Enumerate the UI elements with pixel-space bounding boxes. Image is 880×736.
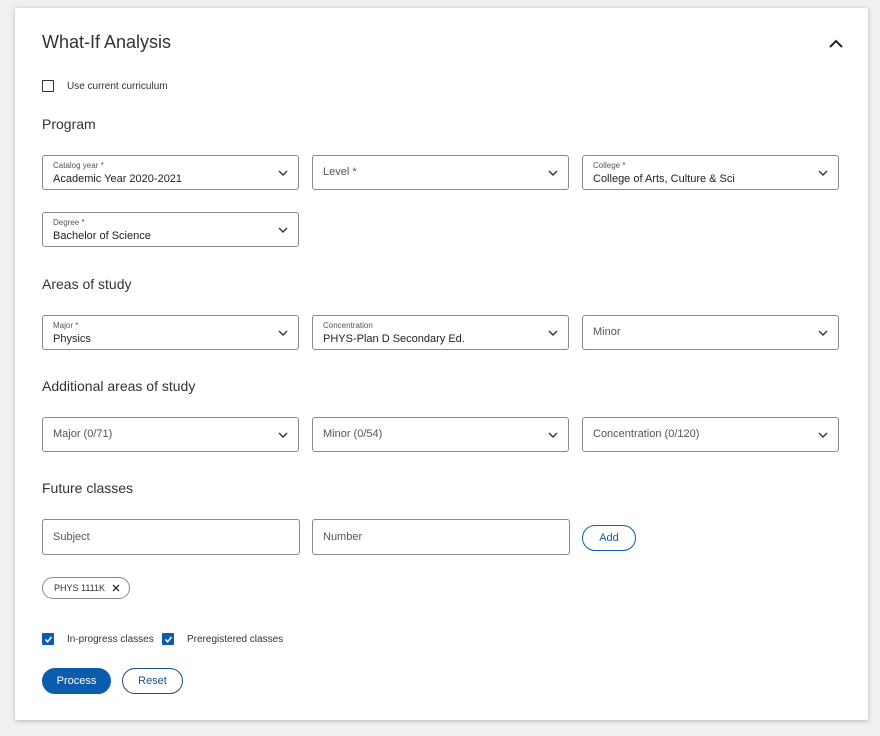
- college-label: College *: [593, 161, 626, 170]
- checkmark-icon: [164, 636, 172, 643]
- future-classes-heading: Future classes: [42, 480, 134, 496]
- chevron-up-icon: [829, 39, 843, 48]
- chevron-down-icon: [818, 432, 828, 438]
- preregistered-row: Preregistered classes: [162, 633, 283, 645]
- major-select[interactable]: Major * Physics: [42, 315, 299, 350]
- chevron-down-icon: [818, 330, 828, 336]
- minor-select[interactable]: Minor: [582, 315, 839, 350]
- degree-value: Bachelor of Science: [53, 230, 151, 242]
- class-chip: PHYS 1111K: [42, 577, 131, 599]
- collapse-button[interactable]: [824, 32, 848, 56]
- use-current-curriculum-row: Use current curriculum: [42, 80, 168, 92]
- what-if-panel: What-If Analysis Use current curriculum …: [15, 8, 868, 720]
- additional-minor-select[interactable]: Minor (0/54): [312, 417, 569, 452]
- use-current-curriculum-label: Use current curriculum: [67, 80, 168, 92]
- major-label: Major *: [53, 321, 79, 330]
- chevron-down-icon: [548, 330, 558, 336]
- college-value: College of Arts, Culture & Sci: [593, 173, 735, 185]
- in-progress-row: In-progress classes: [42, 633, 154, 645]
- degree-label: Degree *: [53, 218, 85, 227]
- chevron-down-icon: [278, 227, 288, 233]
- college-select[interactable]: College * College of Arts, Culture & Sci: [582, 155, 839, 190]
- preregistered-checkbox[interactable]: [162, 633, 174, 645]
- chevron-down-icon: [548, 432, 558, 438]
- additional-concentration-select[interactable]: Concentration (0/120): [582, 417, 839, 452]
- use-current-curriculum-checkbox[interactable]: [42, 80, 54, 92]
- additional-minor-placeholder: Minor (0/54): [323, 428, 383, 440]
- add-class-button[interactable]: Add: [582, 525, 636, 551]
- class-chip-label: PHYS 1111K: [54, 583, 106, 593]
- additional-major-placeholder: Major (0/71): [53, 428, 113, 440]
- chevron-down-icon: [818, 170, 828, 176]
- additional-major-select[interactable]: Major (0/71): [42, 417, 299, 452]
- close-icon: [112, 584, 120, 592]
- preregistered-label: Preregistered classes: [187, 633, 284, 645]
- additional-concentration-placeholder: Concentration (0/120): [593, 428, 700, 440]
- major-value: Physics: [53, 333, 91, 345]
- checkmark-icon: [44, 636, 52, 643]
- panel-title: What-If Analysis: [42, 32, 172, 52]
- chevron-down-icon: [278, 330, 288, 336]
- areas-of-study-heading: Areas of study: [42, 276, 132, 292]
- catalog-year-value: Academic Year 2020-2021: [53, 173, 183, 185]
- minor-placeholder: Minor: [593, 326, 621, 338]
- in-progress-checkbox[interactable]: [42, 633, 54, 645]
- concentration-label: Concentration: [323, 321, 373, 330]
- program-heading: Program: [42, 116, 96, 132]
- additional-areas-heading: Additional areas of study: [42, 378, 196, 394]
- chevron-down-icon: [548, 170, 558, 176]
- level-select[interactable]: Level *: [312, 155, 569, 190]
- catalog-year-select[interactable]: Catalog year * Academic Year 2020-2021: [42, 155, 299, 190]
- concentration-value: PHYS-Plan D Secondary Ed.: [323, 333, 465, 345]
- level-placeholder: Level *: [323, 166, 357, 178]
- chevron-down-icon: [278, 170, 288, 176]
- subject-input[interactable]: [42, 519, 300, 555]
- process-button[interactable]: Process: [42, 668, 111, 694]
- catalog-year-label: Catalog year *: [53, 161, 104, 170]
- number-input[interactable]: [312, 519, 570, 555]
- degree-select[interactable]: Degree * Bachelor of Science: [42, 212, 299, 247]
- concentration-select[interactable]: Concentration PHYS-Plan D Secondary Ed.: [312, 315, 569, 350]
- remove-chip-button[interactable]: [111, 583, 121, 593]
- reset-button[interactable]: Reset: [122, 668, 183, 694]
- chevron-down-icon: [278, 432, 288, 438]
- in-progress-label: In-progress classes: [67, 633, 154, 645]
